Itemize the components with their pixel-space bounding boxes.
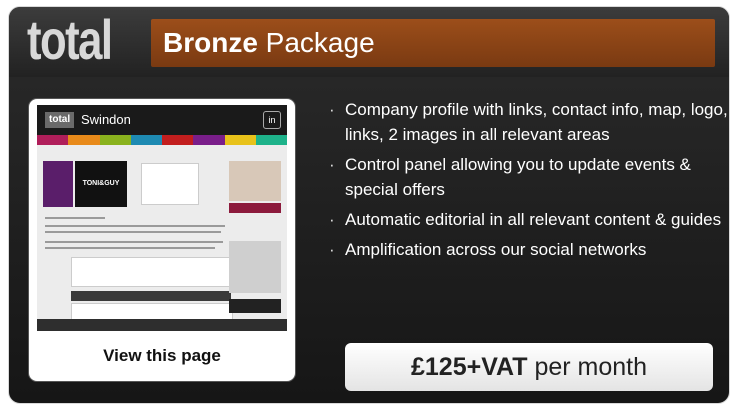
preview-brand-image: TONI&GUY bbox=[75, 161, 127, 207]
preview-ad-banner bbox=[229, 299, 281, 313]
preview-text-line bbox=[45, 241, 223, 243]
package-title-bold: Bronze bbox=[163, 27, 258, 58]
preview-site-city: Swindon bbox=[81, 112, 131, 127]
preview-side-image bbox=[229, 161, 281, 201]
preview-offer-card bbox=[71, 257, 233, 287]
preview-section-bar bbox=[71, 291, 231, 301]
package-card: total Bronze Package total Swindon in TO… bbox=[8, 6, 730, 404]
preview-text-line bbox=[45, 247, 215, 249]
feature-item: Control panel allowing you to update eve… bbox=[329, 152, 729, 202]
title-bar: Bronze Package bbox=[151, 19, 715, 67]
preview-side-bar bbox=[229, 203, 281, 213]
preview-text-line bbox=[45, 231, 221, 233]
preview-site-logo: total bbox=[45, 112, 75, 128]
page-preview-screenshot: total Swindon in TONI&GUY bbox=[37, 105, 287, 331]
package-header: total Bronze Package bbox=[9, 7, 729, 77]
total-logo: total bbox=[27, 8, 113, 71]
feature-item: Amplification across our social networks bbox=[329, 237, 729, 262]
preview-text-line bbox=[45, 225, 225, 227]
page-preview-card: total Swindon in TONI&GUY View this page bbox=[29, 99, 295, 381]
preview-badge-icon: in bbox=[263, 111, 281, 129]
price-period: per month bbox=[527, 353, 648, 381]
preview-ad-image bbox=[229, 241, 281, 293]
package-title-rest: Package bbox=[257, 27, 375, 58]
preview-sidebar bbox=[43, 161, 73, 207]
preview-text-line bbox=[45, 217, 105, 219]
preview-nav-bar bbox=[37, 135, 287, 145]
feature-item: Automatic editorial in all relevant cont… bbox=[329, 207, 729, 232]
preview-contact-box bbox=[141, 163, 199, 205]
view-page-button[interactable]: View this page bbox=[37, 337, 287, 375]
preview-footer bbox=[37, 319, 287, 331]
feature-item: Company profile with links, contact info… bbox=[329, 97, 729, 147]
preview-site-header: total Swindon in bbox=[37, 105, 287, 135]
price-button[interactable]: £125+VAT per month bbox=[345, 343, 713, 391]
price-amount: £125+VAT bbox=[410, 353, 528, 381]
package-title: Bronze Package bbox=[163, 27, 375, 59]
feature-list: Company profile with links, contact info… bbox=[329, 97, 729, 267]
